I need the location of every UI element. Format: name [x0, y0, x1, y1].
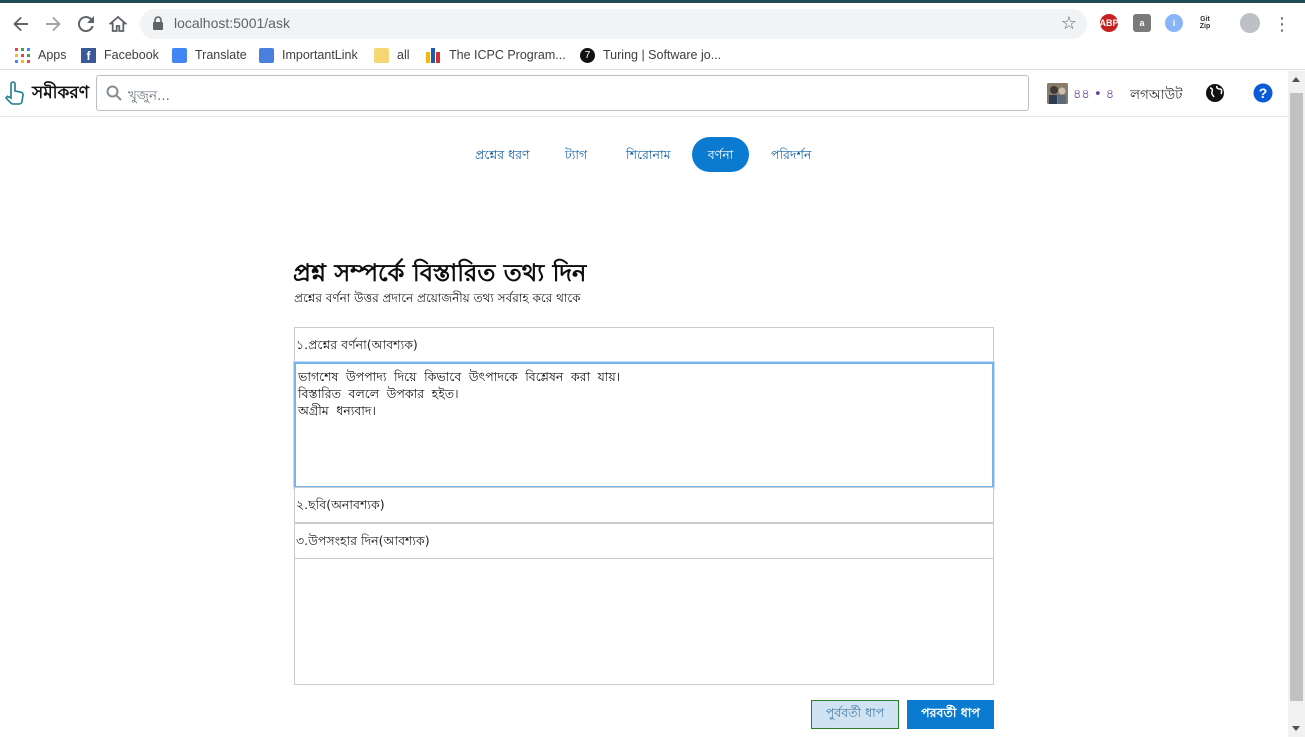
docs-icon — [259, 47, 274, 63]
reload-icon[interactable] — [74, 12, 98, 36]
bookmark-translate[interactable]: Translate — [172, 45, 247, 65]
image-label[interactable]: ২.ছবি(অনাবশ্যক) — [294, 487, 994, 523]
site-header: সমীকরণ খুজুন... ৪৪ • ৪ লগআউট ? — [0, 71, 1288, 117]
previous-step-button[interactable]: পুর্ববর্তী ধাপ — [811, 700, 899, 729]
url-text: localhost:5001/ask — [174, 15, 290, 31]
bookmarks-bar: Apps f Facebook Translate ImportantLink … — [0, 42, 1305, 70]
bookmark-label: Apps — [38, 48, 67, 62]
bookmark-turing[interactable]: 7 Turing | Software jo... — [580, 45, 721, 65]
page-subtitle: প্রশ্নের বর্ণনা উত্তর প্রদানে প্রয়োজনীয… — [294, 291, 581, 305]
next-step-button[interactable]: পরবর্তী ধাপ — [907, 700, 994, 729]
search-input[interactable]: খুজুন... — [96, 75, 1029, 111]
help-icon[interactable]: ? — [1253, 83, 1273, 103]
step-review[interactable]: পরিদর্শন — [755, 137, 827, 172]
adblock-extension-icon[interactable]: ABP — [1099, 14, 1119, 32]
step-question-type[interactable]: প্রশ্নের ধরণ — [459, 137, 546, 172]
svg-text:?: ? — [1259, 85, 1268, 101]
page-viewport: সমীকরণ খুজুন... ৪৪ • ৪ লগআউট ? প্রশ্নের … — [0, 71, 1288, 737]
a-extension-icon[interactable]: a — [1133, 14, 1151, 32]
gitzip-label: Git Zip — [1199, 16, 1211, 30]
bookmark-star-icon[interactable]: ☆ — [1061, 13, 1077, 34]
bookmark-facebook[interactable]: f Facebook — [81, 45, 159, 65]
description-label: ১.প্রশ্নের বর্ণনা(আবশ্যক) — [294, 327, 994, 363]
pointing-hand-logo-icon — [4, 81, 24, 105]
conclusion-label: ৩.উপসংহার দিন(আবশ্যক) — [294, 523, 994, 559]
bookmark-label: ImportantLink — [282, 48, 358, 62]
info-extension-label: i — [1172, 18, 1176, 28]
step-description[interactable]: বর্ণনা — [692, 137, 749, 172]
profile-icon[interactable] — [1240, 13, 1260, 33]
conclusion-textarea[interactable] — [294, 558, 994, 685]
bookmark-label: Translate — [195, 48, 247, 62]
site-logo[interactable]: সমীকরণ — [32, 80, 89, 108]
reputation-badge[interactable]: ৪৪ • ৪ — [1073, 85, 1114, 106]
a-extension-label: a — [1139, 18, 1145, 28]
address-bar[interactable]: localhost:5001/ask ☆ — [140, 9, 1087, 39]
page-title: প্রশ্ন সম্পর্কে বিস্তারিত তথ্য দিন — [293, 259, 587, 287]
forward-icon[interactable] — [41, 12, 65, 36]
search-placeholder: খুজুন... — [128, 88, 170, 104]
facebook-icon: f — [81, 47, 96, 63]
back-icon[interactable] — [9, 12, 33, 36]
logout-link[interactable]: লগআউট — [1130, 84, 1183, 107]
bookmark-label: Facebook — [104, 48, 159, 62]
browser-toolbar: localhost:5001/ask ☆ ABP a i Git Zip ⋮ — [0, 0, 1305, 42]
scroll-up-arrow-icon[interactable] — [1292, 77, 1300, 82]
home-icon[interactable] — [106, 12, 130, 36]
bookmark-label: Turing | Software jo... — [603, 48, 722, 62]
bookmark-icpc[interactable]: The ICPC Program... — [426, 45, 566, 65]
scrollbar-thumb[interactable] — [1290, 93, 1303, 701]
bookmark-apps[interactable]: Apps — [15, 45, 67, 65]
apps-grid-icon — [15, 47, 30, 63]
globe-icon[interactable] — [1205, 83, 1225, 103]
user-avatar[interactable] — [1047, 83, 1068, 104]
description-textarea[interactable]: ভাগশেষ উপপাদ্য দিয়ে কিভাবে উৎপাদকে বিশ্… — [294, 362, 994, 488]
scroll-down-arrow-icon[interactable] — [1292, 726, 1300, 731]
wizard-steps: প্রশ্নের ধরণ ট্যাগ শিরোনাম বর্ণনা পরিদর্… — [0, 137, 1288, 173]
turing-icon: 7 — [580, 47, 595, 63]
bookmark-importantlink[interactable]: ImportantLink — [259, 45, 358, 65]
search-icon — [106, 85, 122, 101]
step-tags[interactable]: ট্যাগ — [549, 137, 603, 172]
gitzip-extension-icon[interactable]: Git Zip — [1196, 14, 1214, 32]
chrome-menu-icon[interactable]: ⋮ — [1270, 12, 1294, 36]
bookmark-label: all — [397, 48, 410, 62]
adblock-label: ABP — [1099, 18, 1119, 28]
info-extension-icon[interactable]: i — [1165, 14, 1183, 32]
icpc-icon — [426, 47, 441, 63]
folder-icon — [374, 47, 389, 63]
translate-icon — [172, 47, 187, 63]
description-form: ১.প্রশ্নের বর্ণনা(আবশ্যক) ভাগশেষ উপপাদ্য… — [294, 327, 994, 685]
step-title[interactable]: শিরোনাম — [610, 137, 687, 172]
page-scrollbar[interactable] — [1288, 71, 1305, 737]
bookmark-label: The ICPC Program... — [449, 48, 566, 62]
bookmark-folder-all[interactable]: all — [374, 45, 410, 65]
lock-icon — [153, 16, 163, 30]
